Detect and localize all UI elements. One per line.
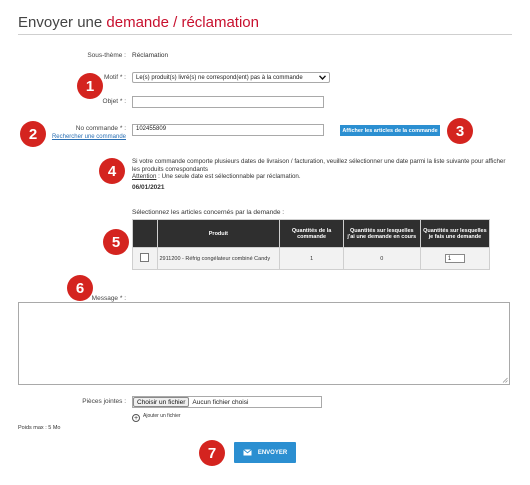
- motif-label: Motif * :: [103, 74, 126, 81]
- no-commande-input[interactable]: 102455809: [132, 124, 324, 136]
- resize-handle-icon[interactable]: [502, 377, 508, 383]
- message-textarea[interactable]: [18, 302, 510, 385]
- row-qte-en-cours: 0: [342, 247, 421, 270]
- send-button[interactable]: ENVOYER: [234, 442, 296, 463]
- table-header-qte-en-cours: Quantités sur lesquelles j'ai une demand…: [342, 219, 421, 248]
- attention-text: : Une seule date est sélectionnable par …: [156, 173, 301, 180]
- file-input[interactable]: Choisir un fichier Aucun fichier choisi: [132, 396, 322, 408]
- rechercher-commande-link[interactable]: Rechercher une commande: [52, 134, 126, 140]
- sous-theme-value: Réclamation: [132, 52, 169, 59]
- step-badge-1: 1: [77, 73, 103, 99]
- step-badge-2: 2: [20, 121, 46, 147]
- row-select-cell: [132, 247, 158, 270]
- page-title-prefix: Envoyer une: [18, 14, 103, 31]
- objet-label: Objet * :: [102, 98, 126, 105]
- no-file-text: Aucun fichier choisi: [192, 398, 249, 406]
- title-divider: [18, 34, 512, 35]
- envelope-icon: [243, 449, 252, 456]
- table-header-row: Produit Quantités de la commande Quantit…: [132, 219, 491, 248]
- objet-input[interactable]: [132, 96, 324, 108]
- page-title-highlight: demande / réclamation: [106, 14, 259, 31]
- select-articles-label: Sélectionnez les articles concernés par …: [132, 209, 285, 216]
- step-badge-7: 7: [199, 440, 225, 466]
- row-produit: 2911200 - Réfrig congélateur combiné Can…: [156, 247, 281, 270]
- no-commande-label: No commande * :: [75, 125, 126, 132]
- table-row: 2911200 - Réfrig congélateur combiné Can…: [132, 247, 491, 270]
- table-header-qte-demande: Quantités sur lesquelles je fais une dem…: [419, 219, 491, 248]
- table-header-produit: Produit: [156, 219, 281, 248]
- row-checkbox[interactable]: [140, 253, 150, 262]
- table-header-qte-commande: Quantités de la commande: [279, 219, 344, 248]
- step-badge-6: 6: [67, 275, 93, 301]
- step-badge-4: 4: [99, 158, 125, 184]
- send-button-label: ENVOYER: [257, 449, 288, 456]
- attention-label: Attention: [132, 173, 157, 180]
- ajouter-fichier-link[interactable]: Ajouter un fichier: [143, 413, 181, 419]
- poids-max-label: Poids max : 5 Mo: [18, 425, 61, 431]
- choose-file-button[interactable]: Choisir un fichier: [133, 397, 190, 407]
- row-qte-demande-cell: 1: [419, 247, 491, 270]
- step-badge-3: 3: [447, 118, 473, 144]
- date-info-message: Si votre commande comporte plusieurs dat…: [132, 158, 506, 173]
- motif-select[interactable]: Le(s) produit(s) livré(s) ne correspond(…: [132, 72, 330, 83]
- step-badge-5: 5: [103, 229, 129, 255]
- plus-circle-icon[interactable]: +: [132, 414, 140, 422]
- motif-select-value: Le(s) produit(s) livré(s) ne correspond(…: [136, 74, 303, 81]
- message-label: Message * :: [91, 295, 126, 302]
- chevron-down-icon: [319, 75, 326, 80]
- table-header-select: [132, 219, 158, 248]
- date-option[interactable]: 06/01/2021: [132, 184, 165, 191]
- articles-table: Produit Quantités de la commande Quantit…: [132, 219, 491, 270]
- page-title: Envoyer une demande / réclamation: [18, 14, 259, 31]
- qte-demande-input[interactable]: 1: [444, 254, 465, 263]
- pieces-jointes-label: Pièces jointes :: [82, 398, 126, 405]
- sous-theme-label: Sous-thème :: [87, 52, 126, 59]
- afficher-articles-button[interactable]: Afficher les articles de la commande: [340, 125, 440, 136]
- date-info-text: Si votre commande comporte plusieurs dat…: [132, 158, 510, 181]
- row-qte-commande: 1: [279, 247, 344, 270]
